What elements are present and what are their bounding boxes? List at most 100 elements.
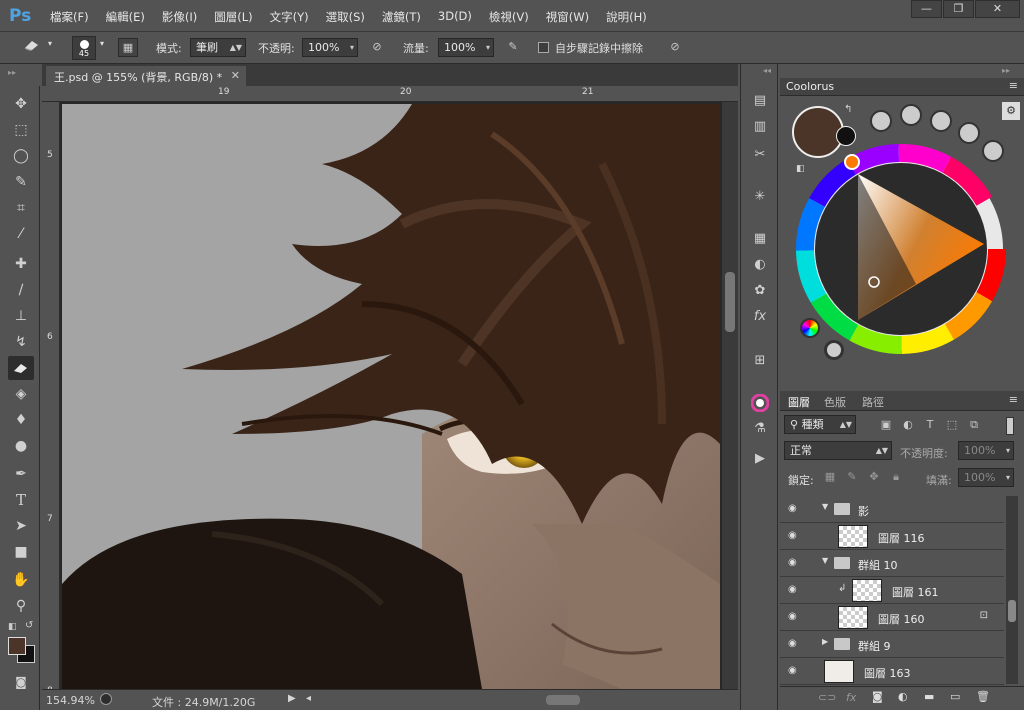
pixel-filter-icon[interactable]: ▣	[876, 416, 896, 435]
airbrush-icon[interactable]: ✎	[503, 38, 523, 57]
tab-paths[interactable]: 路徑	[862, 394, 884, 410]
flow-input[interactable]: 100% ▾	[438, 38, 494, 57]
blend-mode-select[interactable]: 正常 ▲▼	[784, 441, 892, 460]
brush-size-picker[interactable]: 45	[72, 36, 96, 60]
mode-button-icon[interactable]	[958, 122, 980, 144]
minimize-button[interactable]: —	[911, 0, 942, 18]
styles-panel-icon[interactable]: fx	[747, 306, 773, 328]
layer-thumbnail[interactable]	[824, 660, 854, 683]
paths-panel-icon[interactable]: ⚗	[747, 418, 773, 440]
adjustment-layer-icon[interactable]: ◐	[898, 690, 908, 703]
type-filter-icon[interactable]: T	[920, 416, 940, 435]
healing-brush-tool-icon[interactable]: ✚	[8, 252, 34, 276]
lock-transparency-icon[interactable]: ▦	[820, 468, 840, 487]
quick-select-tool-icon[interactable]: ✎	[8, 170, 34, 194]
menu-item[interactable]: 濾鏡(T)	[382, 9, 421, 25]
toolbox-collapse-icon[interactable]: ▸▸	[8, 68, 16, 77]
close-button[interactable]: ✕	[975, 0, 1020, 18]
collapse-arrow-icon[interactable]: ▼	[822, 556, 828, 565]
menu-item[interactable]: 說明(H)	[606, 9, 647, 25]
new-layer-icon[interactable]: ▭	[950, 690, 960, 703]
mode-button-icon[interactable]	[930, 110, 952, 132]
scroll-left-icon[interactable]: ◂	[306, 693, 311, 704]
menu-item[interactable]: 檔案(F)	[50, 9, 89, 25]
lock-all-icon[interactable]: 🔒︎	[886, 468, 906, 487]
tab-layers[interactable]: 圖層	[788, 394, 810, 410]
pen-tool-icon[interactable]: ✒	[8, 462, 34, 486]
tab-channels[interactable]: 色版	[824, 394, 846, 410]
move-tool-icon[interactable]: ✥	[8, 92, 34, 116]
delete-layer-icon[interactable]: 🗑︎	[976, 690, 990, 703]
document-tab[interactable]: 王.psd @ 155% (背景, RGB/8) * ✕	[46, 66, 246, 86]
status-menu-arrow-icon[interactable]: ▶	[288, 693, 296, 704]
brush-picker-arrow[interactable]: ▾	[100, 39, 104, 48]
coolorus-menu-icon[interactable]: ≡	[1009, 79, 1018, 92]
horizontal-scroll-thumb[interactable]	[546, 695, 580, 705]
vertical-scrollbar[interactable]	[722, 102, 738, 689]
filter-toggle[interactable]	[1006, 417, 1014, 435]
color-wheel[interactable]	[796, 144, 1006, 354]
coolorus-settings-icon[interactable]: ⚙	[1002, 102, 1020, 120]
menu-item[interactable]: 檢視(V)	[489, 9, 529, 25]
lock-position-icon[interactable]: ✥	[864, 468, 884, 487]
layer-row[interactable]: ◉ ▶ 群組 9	[780, 631, 1004, 658]
swap-colors-icon[interactable]: ↺	[25, 620, 33, 631]
foreground-color-swatch[interactable]	[8, 637, 26, 655]
status-info-icon[interactable]	[100, 693, 112, 705]
menu-item[interactable]: 圖層(L)	[214, 9, 252, 25]
layer-row[interactable]: ◉ 圖層 116	[780, 523, 1004, 550]
canvas[interactable]	[62, 104, 720, 689]
zoom-tool-icon[interactable]: ⚲	[8, 594, 34, 618]
visibility-eye-icon[interactable]: ◉	[788, 665, 802, 676]
type-tool-icon[interactable]: T	[8, 488, 34, 512]
layer-scroll-thumb[interactable]	[1008, 600, 1016, 622]
default-colors-icon[interactable]: ◧	[8, 622, 17, 632]
eraser-tool-icon[interactable]	[8, 356, 34, 380]
pressure-opacity-icon[interactable]: ⊘	[367, 38, 387, 57]
mode-button-icon[interactable]	[870, 110, 892, 132]
fill-input[interactable]: 100% ▾	[958, 468, 1014, 487]
layer-filter-select[interactable]: ⚲ 種類 ▲▼	[784, 415, 856, 434]
eraser-preset-icon[interactable]	[22, 38, 42, 57]
panel-collapse-icon[interactable]: ◂◂	[763, 66, 771, 75]
adjustments-panel-icon[interactable]: ◐	[747, 254, 773, 276]
visibility-eye-icon[interactable]: ◉	[788, 584, 802, 595]
clone-stamp-tool-icon[interactable]: ⊥	[8, 304, 34, 328]
rectangle-tool-icon[interactable]: ■	[8, 540, 34, 564]
paint-bucket-tool-icon[interactable]: ◈	[8, 382, 34, 406]
layer-thumbnail[interactable]	[852, 579, 882, 602]
grid-panel-icon[interactable]: ⊞	[747, 350, 773, 372]
dodge-tool-icon[interactable]: ●	[8, 434, 34, 458]
blur-tool-icon[interactable]: ♦	[8, 408, 34, 432]
coolorus-panel-icon[interactable]	[747, 392, 773, 414]
layer-row[interactable]: ◉ 圖層 160 ⊡	[780, 604, 1004, 631]
notes-panel-icon[interactable]: ▥	[747, 116, 773, 138]
visibility-eye-icon[interactable]: ◉	[788, 557, 802, 568]
menu-item[interactable]: 視窗(W)	[546, 9, 589, 25]
opacity-input[interactable]: 100% ▾	[302, 38, 358, 57]
link-layers-icon[interactable]: ⊂⊃	[818, 691, 836, 704]
history-panel-icon[interactable]: ▤	[747, 90, 773, 112]
layer-row[interactable]: ◉ ▼ 群組 10	[780, 550, 1004, 577]
crop-tool-icon[interactable]: ⌗	[8, 196, 34, 220]
menu-item[interactable]: 3D(D)	[438, 9, 472, 25]
swap-colors-icon[interactable]: ↰	[844, 104, 852, 115]
mode-button-icon[interactable]	[900, 104, 922, 126]
swatches-panel-icon[interactable]: ▦	[747, 228, 773, 250]
fx-icon[interactable]: fx	[846, 691, 856, 704]
erase-to-history-checkbox[interactable]	[538, 42, 549, 53]
vertical-scroll-thumb[interactable]	[725, 272, 735, 332]
lasso-tool-icon[interactable]: ◯	[8, 144, 34, 168]
pressure-size-icon[interactable]: ⊘	[665, 38, 685, 57]
visibility-eye-icon[interactable]: ◉	[788, 638, 802, 649]
layers-menu-icon[interactable]: ≡	[1009, 393, 1018, 406]
right-panel-collapse-icon[interactable]: ▸▸	[1002, 66, 1010, 75]
actions-panel-icon[interactable]: ▶	[747, 448, 773, 470]
history-brush-tool-icon[interactable]: ↯	[8, 330, 34, 354]
new-group-icon[interactable]: ▬	[924, 690, 934, 703]
visibility-eye-icon[interactable]: ◉	[788, 530, 802, 541]
restore-button[interactable]: ❐	[943, 0, 974, 18]
layer-opacity-input[interactable]: 100% ▾	[958, 441, 1014, 460]
collapse-arrow-icon[interactable]: ▼	[822, 502, 828, 511]
hand-tool-icon[interactable]: ✋	[8, 568, 34, 592]
